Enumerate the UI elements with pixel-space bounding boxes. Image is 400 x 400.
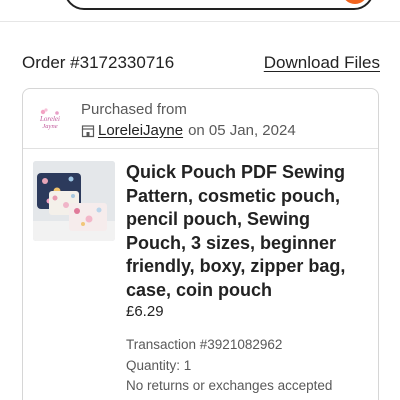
order-item-card: Lorelei Jayne Purchased from LoreleiJayn… xyxy=(22,88,379,400)
shop-name-link[interactable]: LoreleiJayne xyxy=(98,122,183,139)
search-button[interactable] xyxy=(342,0,368,4)
product-title-link[interactable]: Quick Pouch PDF Sewing Pattern, cosmetic… xyxy=(126,161,371,302)
order-number: Order #3172330716 xyxy=(22,53,175,72)
store-icon xyxy=(81,124,95,138)
product-image[interactable] xyxy=(33,161,115,241)
order-header: Order #3172330716 Download Files xyxy=(22,52,380,74)
purchase-date: on 05 Jan, 2024 xyxy=(188,122,296,139)
shop-info: Lorelei Jayne Purchased from LoreleiJayn… xyxy=(23,89,378,149)
svg-text:Lorelei: Lorelei xyxy=(39,115,60,123)
svg-text:Jayne: Jayne xyxy=(42,123,57,130)
search-bar[interactable] xyxy=(64,0,374,10)
download-files-link[interactable]: Download Files xyxy=(264,53,380,73)
product-price: £6.29 xyxy=(126,303,164,320)
shop-logo[interactable]: Lorelei Jayne xyxy=(35,105,65,135)
header-divider xyxy=(0,21,400,22)
shop-line: LoreleiJayne on 05 Jan, 2024 xyxy=(81,122,296,139)
quantity-text: Quantity: 1 xyxy=(126,358,192,373)
returns-policy: No returns or exchanges accepted xyxy=(126,378,333,393)
transaction-number: Transaction #3921082962 xyxy=(126,337,283,352)
purchased-from-label: Purchased from xyxy=(81,101,187,118)
